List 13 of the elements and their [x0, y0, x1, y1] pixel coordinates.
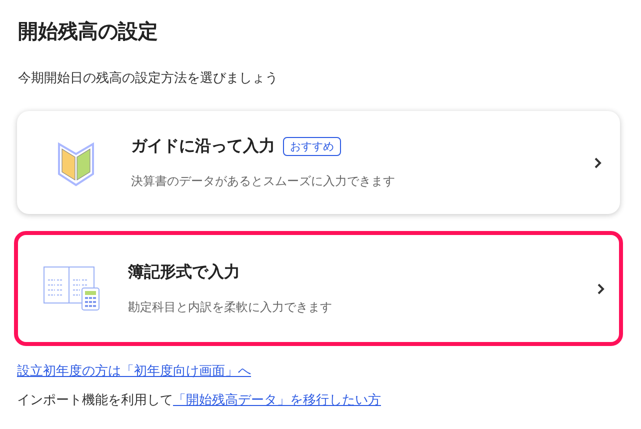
text-link[interactable]: 「開始残高データ」を移行したい方	[173, 393, 381, 408]
text-link[interactable]: 設立初年度の方は「初年度向け画面」へ	[17, 364, 251, 379]
option-description: 勘定科目と内訳を柔軟に入力できます	[128, 298, 333, 316]
page-subtitle: 今期開始日の残高の設定方法を選びましょう	[18, 70, 279, 87]
option-description: 決算書のデータがあるとスムーズに入力できます	[131, 172, 396, 190]
import-sentence: インポート機能を利用して「開始残高データ」を移行したい方	[17, 392, 382, 409]
page-title: 開始残高の設定	[18, 18, 159, 45]
chevron-right-icon	[597, 282, 605, 294]
chevron-right-icon	[594, 156, 602, 168]
option-title: 簿記形式で入力	[128, 262, 240, 282]
option-title: ガイドに沿って入力	[131, 136, 275, 156]
option-card[interactable]: 簿記形式で入力 勘定科目と内訳を柔軟に入力できます	[14, 231, 623, 346]
recommended-badge: おすすめ	[283, 136, 341, 156]
